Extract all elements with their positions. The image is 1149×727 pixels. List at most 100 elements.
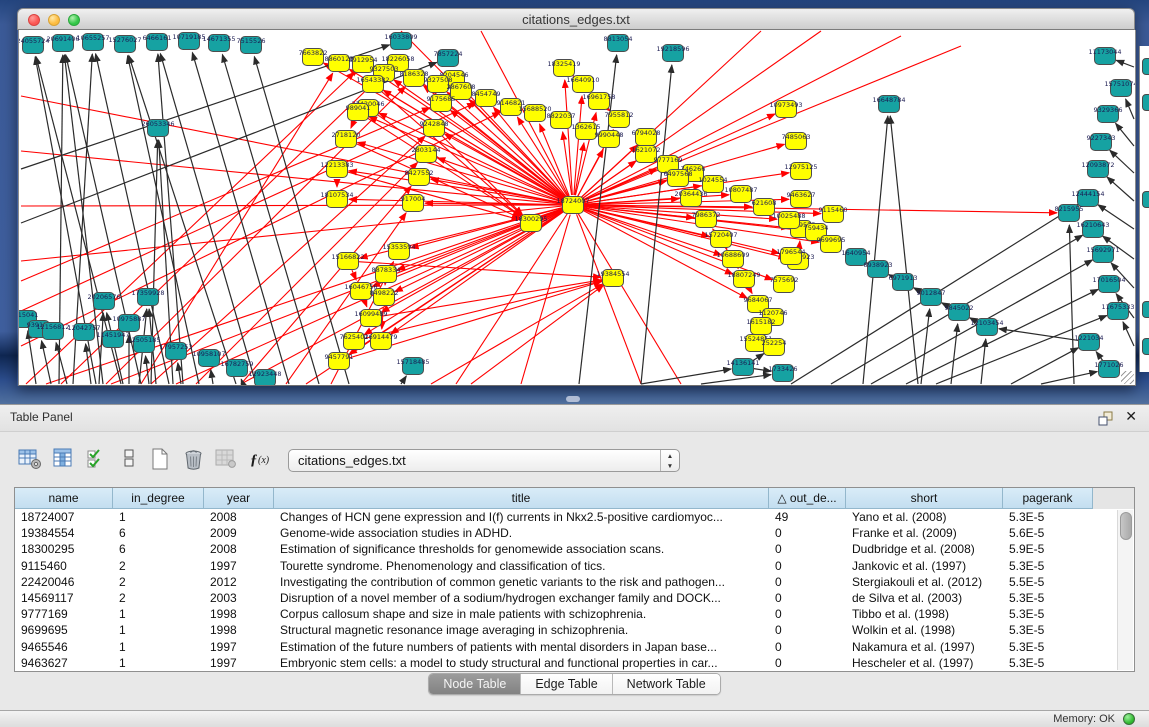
select-rows-button[interactable] [84,447,112,473]
network-node[interactable]: 15751074 [1104,80,1135,97]
network-node[interactable]: 9115460 [819,206,848,223]
table-row[interactable]: 911546021997Tourette syndrome. Phenomeno… [15,558,1134,574]
network-node[interactable]: 1615182 [747,318,776,335]
network-node[interactable]: 12923448 [248,370,281,386]
column-header-year[interactable]: year [204,488,274,509]
network-node[interactable]: 14671355 [202,35,235,52]
network-node[interactable]: 8813054 [604,35,633,52]
network-node[interactable]: 7857224 [434,50,463,67]
network-canvas[interactable]: 1872400719384554183002957663822886012389… [18,30,1136,386]
network-node[interactable]: 9329366 [1094,106,1123,123]
network-node[interactable]: 7485063 [782,133,811,150]
column-header-in_degree[interactable]: in_degree [113,488,204,509]
table-row[interactable]: 1938455462009Genome-wide association stu… [15,525,1134,541]
network-node[interactable]: 1796544 [777,248,806,265]
network-node[interactable]: 16648784 [872,96,905,113]
table-settings-button[interactable] [16,447,44,473]
network-node[interactable]: 12103454 [970,319,1003,336]
scrollbar-thumb[interactable] [1120,512,1132,540]
network-node[interactable]: 8215955 [1055,205,1084,222]
table-vertical-scrollbar[interactable] [1117,510,1133,670]
merge-rows-button[interactable] [115,447,143,473]
network-node[interactable]: 7986372 [692,211,721,228]
network-node[interactable]: 10688609 [716,251,749,268]
table-row[interactable]: 2242004622012Investigating the contribut… [15,574,1134,590]
table-row[interactable]: 1456911722003Disruption of a novel membe… [15,590,1134,606]
window-resize-grip[interactable] [1121,371,1134,384]
table-row[interactable]: 1830029562008Estimation of significance … [15,541,1134,557]
network-node[interactable]: 2718120 [332,131,361,148]
network-node[interactable]: 8878334 [372,266,401,283]
network-node[interactable]: 11173044 [1088,48,1121,65]
network-node[interactable]: 16210643 [1076,221,1109,238]
network-node[interactable]: 7515526 [237,37,266,54]
window-titlebar[interactable]: citations_edges.txt [17,8,1135,30]
import-table-button[interactable] [212,447,240,473]
split-pane-handle[interactable] [566,396,580,402]
network-node[interactable]: 10973493 [769,101,802,118]
network-node[interactable]: 24055724 [19,37,50,54]
table-row[interactable]: 946362711997Embryonic stem cells: a mode… [15,655,1134,671]
network-node[interactable]: 10719185 [172,33,205,50]
network-node[interactable]: 15718485 [396,358,429,375]
float-panel-icon[interactable] [1097,410,1113,426]
network-node[interactable]: 9227343 [1087,134,1116,151]
network-node[interactable]: 12975125 [784,163,817,180]
table-row[interactable]: 977716911998Corpus callosum shape and si… [15,606,1134,622]
new-table-button[interactable] [146,447,174,473]
network-node[interactable]: 7955812 [605,111,634,128]
network-node[interactable]: 8427552 [405,169,434,186]
network-node[interactable]: 2803144 [412,146,441,163]
network-node[interactable]: 6497568 [664,170,693,187]
network-node[interactable]: 15166822 [331,253,364,270]
network-node[interactable]: 917004 [401,195,426,212]
network-node[interactable]: 6466161 [143,34,172,51]
network-node[interactable]: 9175685 [427,95,456,112]
delete-table-button[interactable] [180,447,208,473]
column-header-title[interactable]: title [274,488,769,509]
table-row[interactable]: 969969511998Structural magnetic resonanc… [15,622,1134,638]
network-node[interactable]: 12093872 [1081,161,1114,178]
network-node[interactable]: 15276027 [108,36,141,53]
network-node[interactable]: 18325419 [547,60,580,77]
network-node[interactable]: 12213383 [320,161,353,178]
tab-node-table[interactable]: Node Table [429,674,521,694]
function-builder-button[interactable]: ƒ (x) [248,447,276,473]
network-node[interactable]: 1771026 [1095,361,1124,378]
network-node[interactable]: 18807249 [727,271,760,288]
network-node[interactable]: 16640910 [566,76,599,93]
network-node[interactable]: 1733426 [769,365,798,382]
network-node[interactable]: 9242848 [420,120,449,137]
network-node[interactable]: 17359928 [131,289,164,306]
network-node[interactable]: 1221034 [1075,334,1104,351]
table-row[interactable]: 946554611997Estimation of the future num… [15,639,1134,655]
table-row[interactable]: 1872400712008Changes of HCN gene express… [15,509,1134,525]
show-columns-button[interactable] [50,447,78,473]
network-node[interactable]: 12444154 [1071,190,1104,207]
network-canvas-svg[interactable]: 1872400719384554183002957663822886012389… [19,30,1135,385]
network-node[interactable]: 19218596 [656,45,689,62]
network-node[interactable]: 9012847 [917,289,946,306]
column-header-short[interactable]: short [846,488,1003,509]
network-node[interactable]: 26053346 [141,120,174,137]
network-node[interactable]: 14136141 [726,359,759,376]
network-node[interactable]: 9457791 [325,353,354,370]
network-node[interactable]: 7663822 [299,49,328,66]
close-panel-icon[interactable]: ✕ [1125,408,1137,425]
network-node[interactable]: 16033809 [384,33,417,50]
network-node[interactable]: 7575692 [770,276,799,293]
tab-network-table[interactable]: Network Table [613,674,720,694]
column-header-pagerank[interactable]: pagerank [1003,488,1093,509]
network-node[interactable]: 6794028 [632,129,661,146]
network-node[interactable]: 10655257 [76,34,109,51]
network-node[interactable]: 20691406 [46,35,79,52]
network-node[interactable]: 252254 [762,339,787,356]
column-header-name[interactable]: name [15,488,113,509]
network-node[interactable]: 19384554 [596,270,629,287]
network-node[interactable]: 8498222 [370,289,399,306]
network-node[interactable]: 9990448 [595,131,624,148]
table-selector-dropdown[interactable]: citations_edges.txt ▲▼ [288,449,680,472]
network-node[interactable]: 9845022 [945,304,974,321]
column-header-out_degree[interactable]: △ out_de... [769,488,846,509]
network-node[interactable]: 989041 [346,104,371,121]
